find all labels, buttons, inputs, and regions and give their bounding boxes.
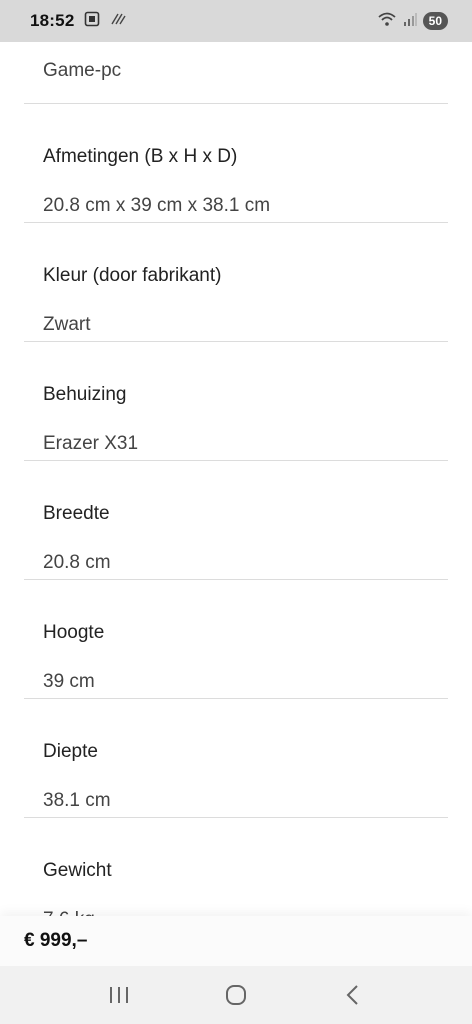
spec-label: Behuizing <box>43 384 127 405</box>
spec-list: Game-pc Afmetingen (B x H x D) 20.8 cm x… <box>24 42 448 937</box>
screenshot-icon <box>84 11 100 32</box>
price: € 999,– <box>24 930 88 951</box>
spec-row-height: Hoogte 39 cm <box>24 580 448 699</box>
spec-label: Kleur (door fabrikant) <box>43 265 222 286</box>
status-right: 50 <box>377 11 448 32</box>
spec-row-dimensions: Afmetingen (B x H x D) 20.8 cm x 39 cm x… <box>24 104 448 223</box>
spec-value: Erazer X31 <box>43 433 139 454</box>
spec-value: Game-pc <box>43 60 122 81</box>
spec-row-type: Game-pc <box>24 42 448 104</box>
recent-apps-icon <box>109 987 128 1003</box>
navigation-bar <box>0 966 472 1024</box>
back-icon <box>346 985 359 1005</box>
home-icon <box>225 985 246 1005</box>
price-bar: € 999,– <box>0 916 472 966</box>
spec-value: 38.1 cm <box>43 790 111 811</box>
spec-row-case: Behuizing Erazer X31 <box>24 342 448 461</box>
spec-value: 20.8 cm x 39 cm x 38.1 cm <box>43 195 271 216</box>
spec-label: Gewicht <box>43 860 112 881</box>
nfc-icon <box>110 12 127 30</box>
wifi-icon <box>377 11 397 32</box>
battery-indicator: 50 <box>422 12 448 30</box>
spec-row-width: Breedte 20.8 cm <box>24 461 448 580</box>
status-left: 18:52 <box>30 11 127 32</box>
spec-value: 20.8 cm <box>43 552 111 573</box>
spec-label: Hoogte <box>43 622 105 643</box>
spec-label: Afmetingen (B x H x D) <box>43 146 238 167</box>
spec-label: Breedte <box>43 503 110 524</box>
back-button[interactable] <box>333 975 373 1015</box>
signal-icon <box>403 12 417 31</box>
spec-row-depth: Diepte 38.1 cm <box>24 699 448 818</box>
clock: 18:52 <box>30 11 75 30</box>
spec-row-color: Kleur (door fabrikant) Zwart <box>24 223 448 342</box>
spec-value: Zwart <box>43 314 91 335</box>
status-bar: 18:52 50 <box>0 0 472 42</box>
home-button[interactable] <box>216 975 256 1015</box>
spec-label: Diepte <box>43 741 98 762</box>
recent-apps-button[interactable] <box>99 975 139 1015</box>
spec-value: 39 cm <box>43 671 95 692</box>
